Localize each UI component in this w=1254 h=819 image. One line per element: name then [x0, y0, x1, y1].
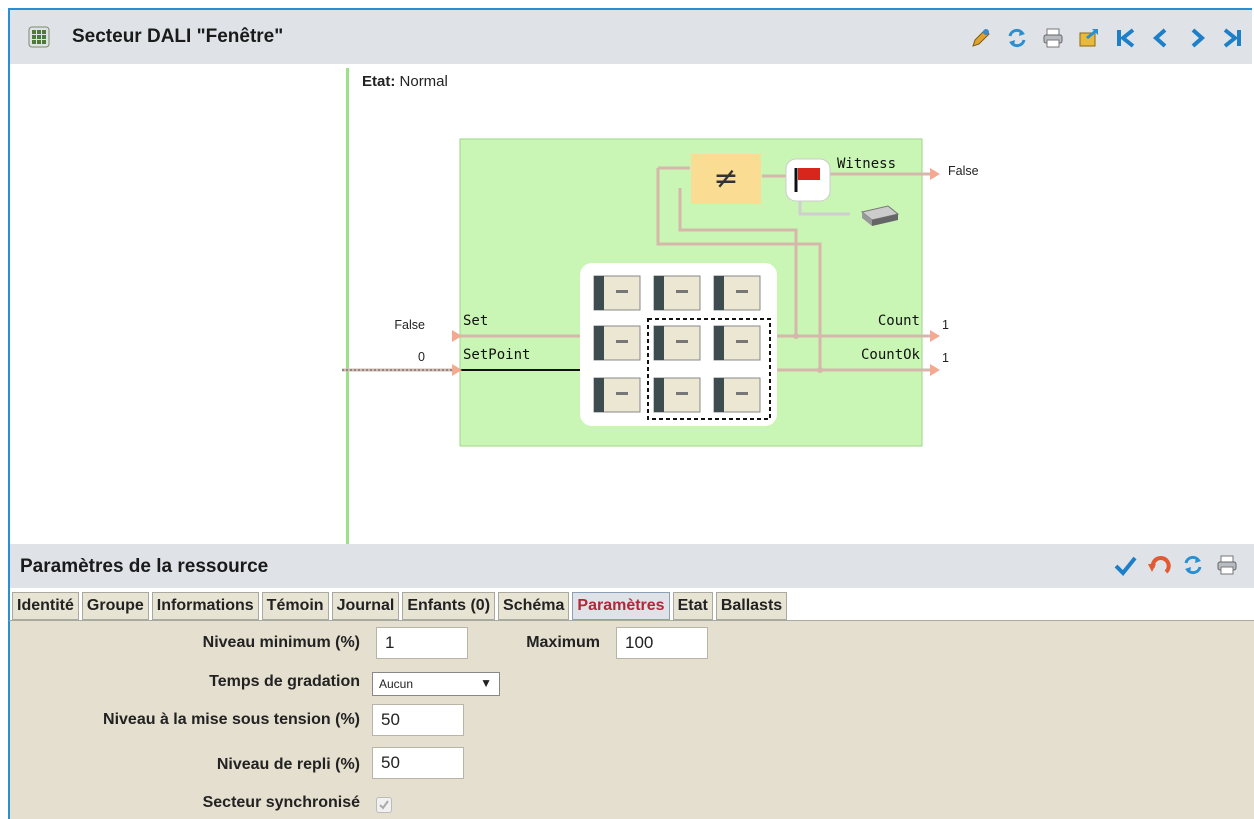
- tab-groupe[interactable]: Groupe: [81, 592, 149, 620]
- tab-enfants[interactable]: Enfants (0): [402, 592, 496, 620]
- tab-identite[interactable]: Identité: [12, 592, 79, 620]
- max-level-input[interactable]: [616, 627, 708, 659]
- fade-time-select[interactable]: Aucun ▼: [372, 672, 500, 696]
- last-icon[interactable]: [1220, 25, 1246, 51]
- tab-informations[interactable]: Informations: [151, 592, 259, 620]
- refresh-icon[interactable]: [1004, 25, 1030, 51]
- tab-journal[interactable]: Journal: [331, 592, 400, 620]
- sync-sector-label: Secteur synchronisé: [202, 794, 360, 811]
- sync-sector-checkbox[interactable]: [376, 797, 392, 813]
- max-level-label: Maximum: [526, 634, 600, 651]
- prev-icon[interactable]: [1148, 25, 1174, 51]
- title-bar: Secteur DALI "Fenêtre": [8, 8, 1252, 64]
- state-value: Normal: [399, 73, 448, 90]
- params-form: Niveau minimum (%) Maximum Temps de grad…: [8, 620, 1254, 819]
- fade-time-value: Aucun: [379, 677, 414, 691]
- print-params-icon[interactable]: [1214, 552, 1240, 578]
- fallback-level-input[interactable]: [372, 747, 464, 779]
- next-icon[interactable]: [1184, 25, 1210, 51]
- print-icon[interactable]: [1040, 25, 1066, 51]
- tab-ballasts[interactable]: Ballasts: [715, 592, 788, 620]
- fallback-level-label: Niveau de repli (%): [216, 756, 360, 773]
- params-tabs: Identité Groupe Informations Témoin Jour…: [8, 588, 1254, 620]
- tab-etat[interactable]: Etat: [672, 592, 713, 620]
- tab-parametres[interactable]: Paramètres: [572, 592, 670, 620]
- divider-line: [346, 68, 349, 544]
- edit-icon[interactable]: [968, 25, 994, 51]
- tab-schema[interactable]: Schéma: [498, 592, 570, 620]
- params-header: Paramètres de la ressource: [8, 544, 1254, 588]
- diagram-area: [8, 64, 1254, 544]
- min-level-label: Niveau minimum (%): [202, 634, 360, 651]
- dali-sector-icon: [28, 26, 50, 48]
- export-icon[interactable]: [1076, 25, 1102, 51]
- undo-icon[interactable]: [1146, 552, 1172, 578]
- params-title: Paramètres de la ressource: [20, 556, 269, 577]
- power-on-level-label: Niveau à la mise sous tension (%): [103, 711, 360, 728]
- fade-time-label: Temps de gradation: [209, 673, 360, 690]
- refresh-params-icon[interactable]: [1180, 552, 1206, 578]
- save-check-icon[interactable]: [1112, 552, 1138, 578]
- power-on-level-input[interactable]: [372, 704, 464, 736]
- page-title: Secteur DALI "Fenêtre": [72, 26, 284, 47]
- min-level-input[interactable]: [376, 627, 468, 659]
- tab-temoin[interactable]: Témoin: [261, 592, 329, 620]
- first-icon[interactable]: [1112, 25, 1138, 51]
- dropdown-arrow-icon: ▼: [480, 676, 492, 690]
- state-line: Etat: Normal: [362, 73, 448, 90]
